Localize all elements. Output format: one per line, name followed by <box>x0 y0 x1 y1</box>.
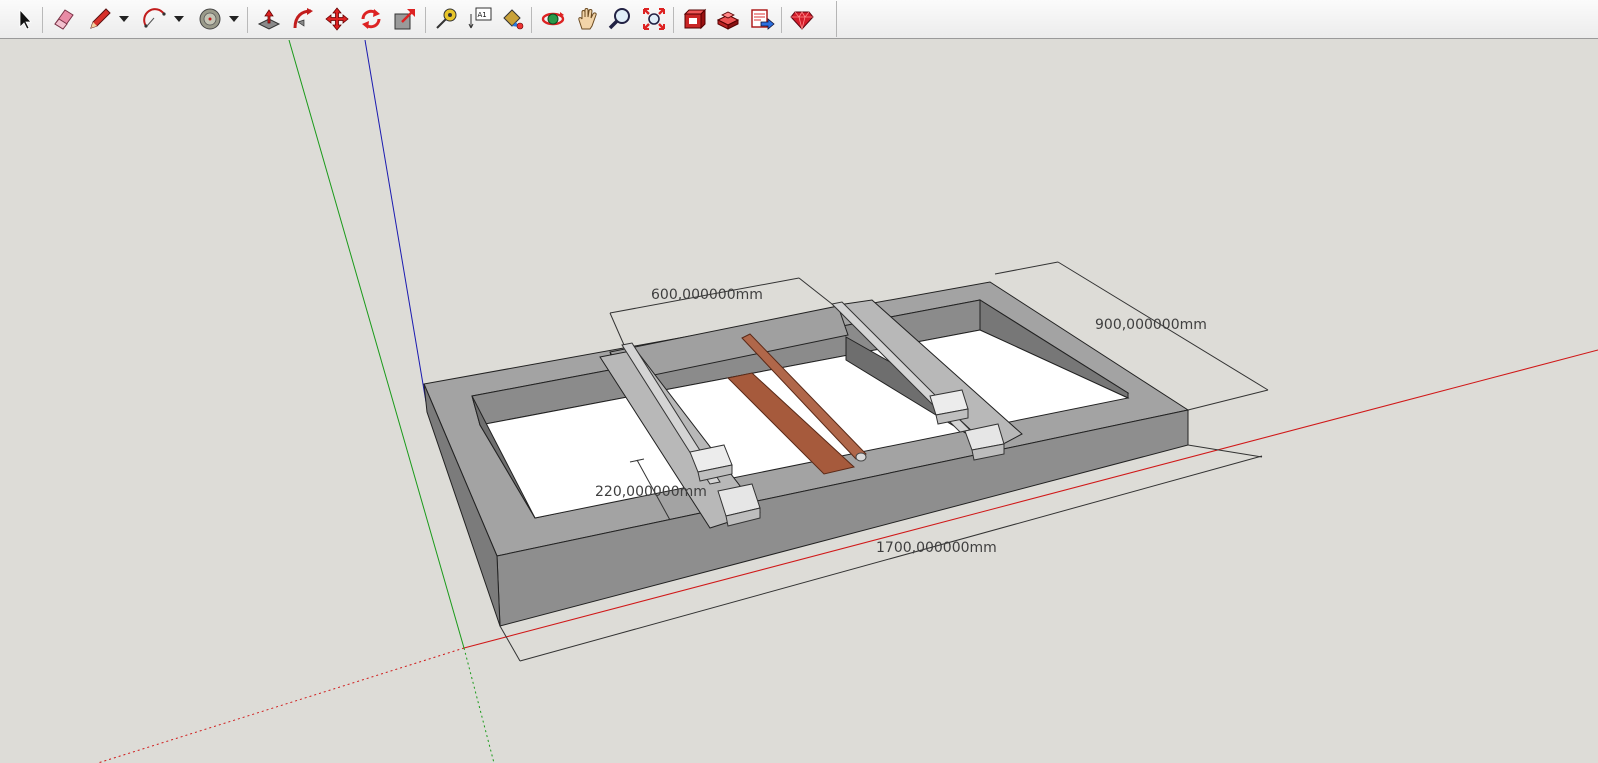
toolbar-separator <box>247 7 248 33</box>
pencil-icon <box>90 8 111 29</box>
select-arrow-icon <box>19 8 32 30</box>
model-viewport[interactable]: 600,000000mm 900,000000mm 220,000000mm 1… <box>0 40 1598 763</box>
dimension-label-width[interactable]: 900,000000mm <box>1095 317 1207 333</box>
zoom-extents-tool-button[interactable] <box>640 5 668 33</box>
arc-tool-button[interactable] <box>141 5 169 33</box>
toolbar-separator <box>42 7 43 33</box>
rod-end-cap <box>855 452 867 462</box>
eraser-tool-button[interactable] <box>50 5 78 33</box>
move-tool-button[interactable] <box>323 5 351 33</box>
scene-canvas: 600,000000mm 900,000000mm 220,000000mm 1… <box>97 40 1598 763</box>
dimension-label-rail-spacing[interactable]: 600,000000mm <box>651 287 763 303</box>
chevron-down-icon <box>174 16 184 22</box>
circle-icon <box>199 8 221 30</box>
orbit-tool-button[interactable] <box>539 5 567 33</box>
warehouse-icon <box>683 8 707 30</box>
pencil-dropdown[interactable] <box>118 13 130 25</box>
rotate-tool-button[interactable] <box>357 5 385 33</box>
rotate-icon <box>361 9 381 29</box>
components-icon <box>716 11 740 30</box>
share-model-icon <box>751 9 775 30</box>
zoom-icon <box>608 8 630 30</box>
move-icon <box>325 7 349 31</box>
push-pull-tool-button[interactable] <box>255 5 283 33</box>
3d-warehouse-button[interactable] <box>680 5 708 33</box>
red-axis-negative <box>97 647 465 763</box>
main-toolbar: A1 <box>0 0 1598 39</box>
toolbar-separator <box>531 7 532 33</box>
chevron-down-icon <box>229 16 239 22</box>
dimension-label-height[interactable]: 220,000000mm <box>595 484 707 500</box>
select-tool-button[interactable] <box>10 5 38 33</box>
chevron-down-icon <box>119 16 129 22</box>
push-pull-icon <box>257 9 281 30</box>
green-axis-positive <box>288 40 465 649</box>
toolbar-separator <box>781 7 782 33</box>
text-tool-button[interactable]: A1 <box>466 5 494 33</box>
scale-tool-button[interactable] <box>391 5 419 33</box>
share-model-button[interactable] <box>748 5 776 33</box>
text-tool-glyph: A1 <box>478 11 487 19</box>
follow-me-icon <box>293 8 313 29</box>
tape-measure-tool-button[interactable] <box>432 5 460 33</box>
pencil-tool-button[interactable] <box>86 5 114 33</box>
orbit-icon <box>541 12 565 26</box>
arc-dropdown[interactable] <box>173 13 185 25</box>
paint-bucket-icon <box>503 9 524 30</box>
tape-measure-icon <box>436 8 457 29</box>
circle-dropdown[interactable] <box>228 13 240 25</box>
eraser-icon <box>54 9 74 30</box>
pan-tool-button[interactable] <box>573 5 601 33</box>
paint-bucket-tool-button[interactable] <box>498 5 526 33</box>
ruby-icon <box>790 11 814 30</box>
components-button[interactable] <box>714 5 742 33</box>
pan-hand-icon <box>578 8 597 30</box>
text-tool-icon: A1 <box>468 7 492 29</box>
zoom-tool-button[interactable] <box>606 5 634 33</box>
circle-tool-button[interactable] <box>196 5 224 33</box>
arc-icon <box>143 8 166 28</box>
green-axis-negative <box>463 647 495 763</box>
ruby-console-button[interactable] <box>788 5 816 33</box>
toolbar-separator <box>425 7 426 33</box>
scale-icon <box>394 9 415 30</box>
zoom-extents-icon <box>643 8 665 30</box>
toolbar-separator <box>673 7 674 33</box>
blue-axis <box>364 40 427 403</box>
toolbar-group: A1 <box>0 1 837 37</box>
dimension-label-length[interactable]: 1700,000000mm <box>876 540 997 556</box>
follow-me-tool-button[interactable] <box>289 5 317 33</box>
